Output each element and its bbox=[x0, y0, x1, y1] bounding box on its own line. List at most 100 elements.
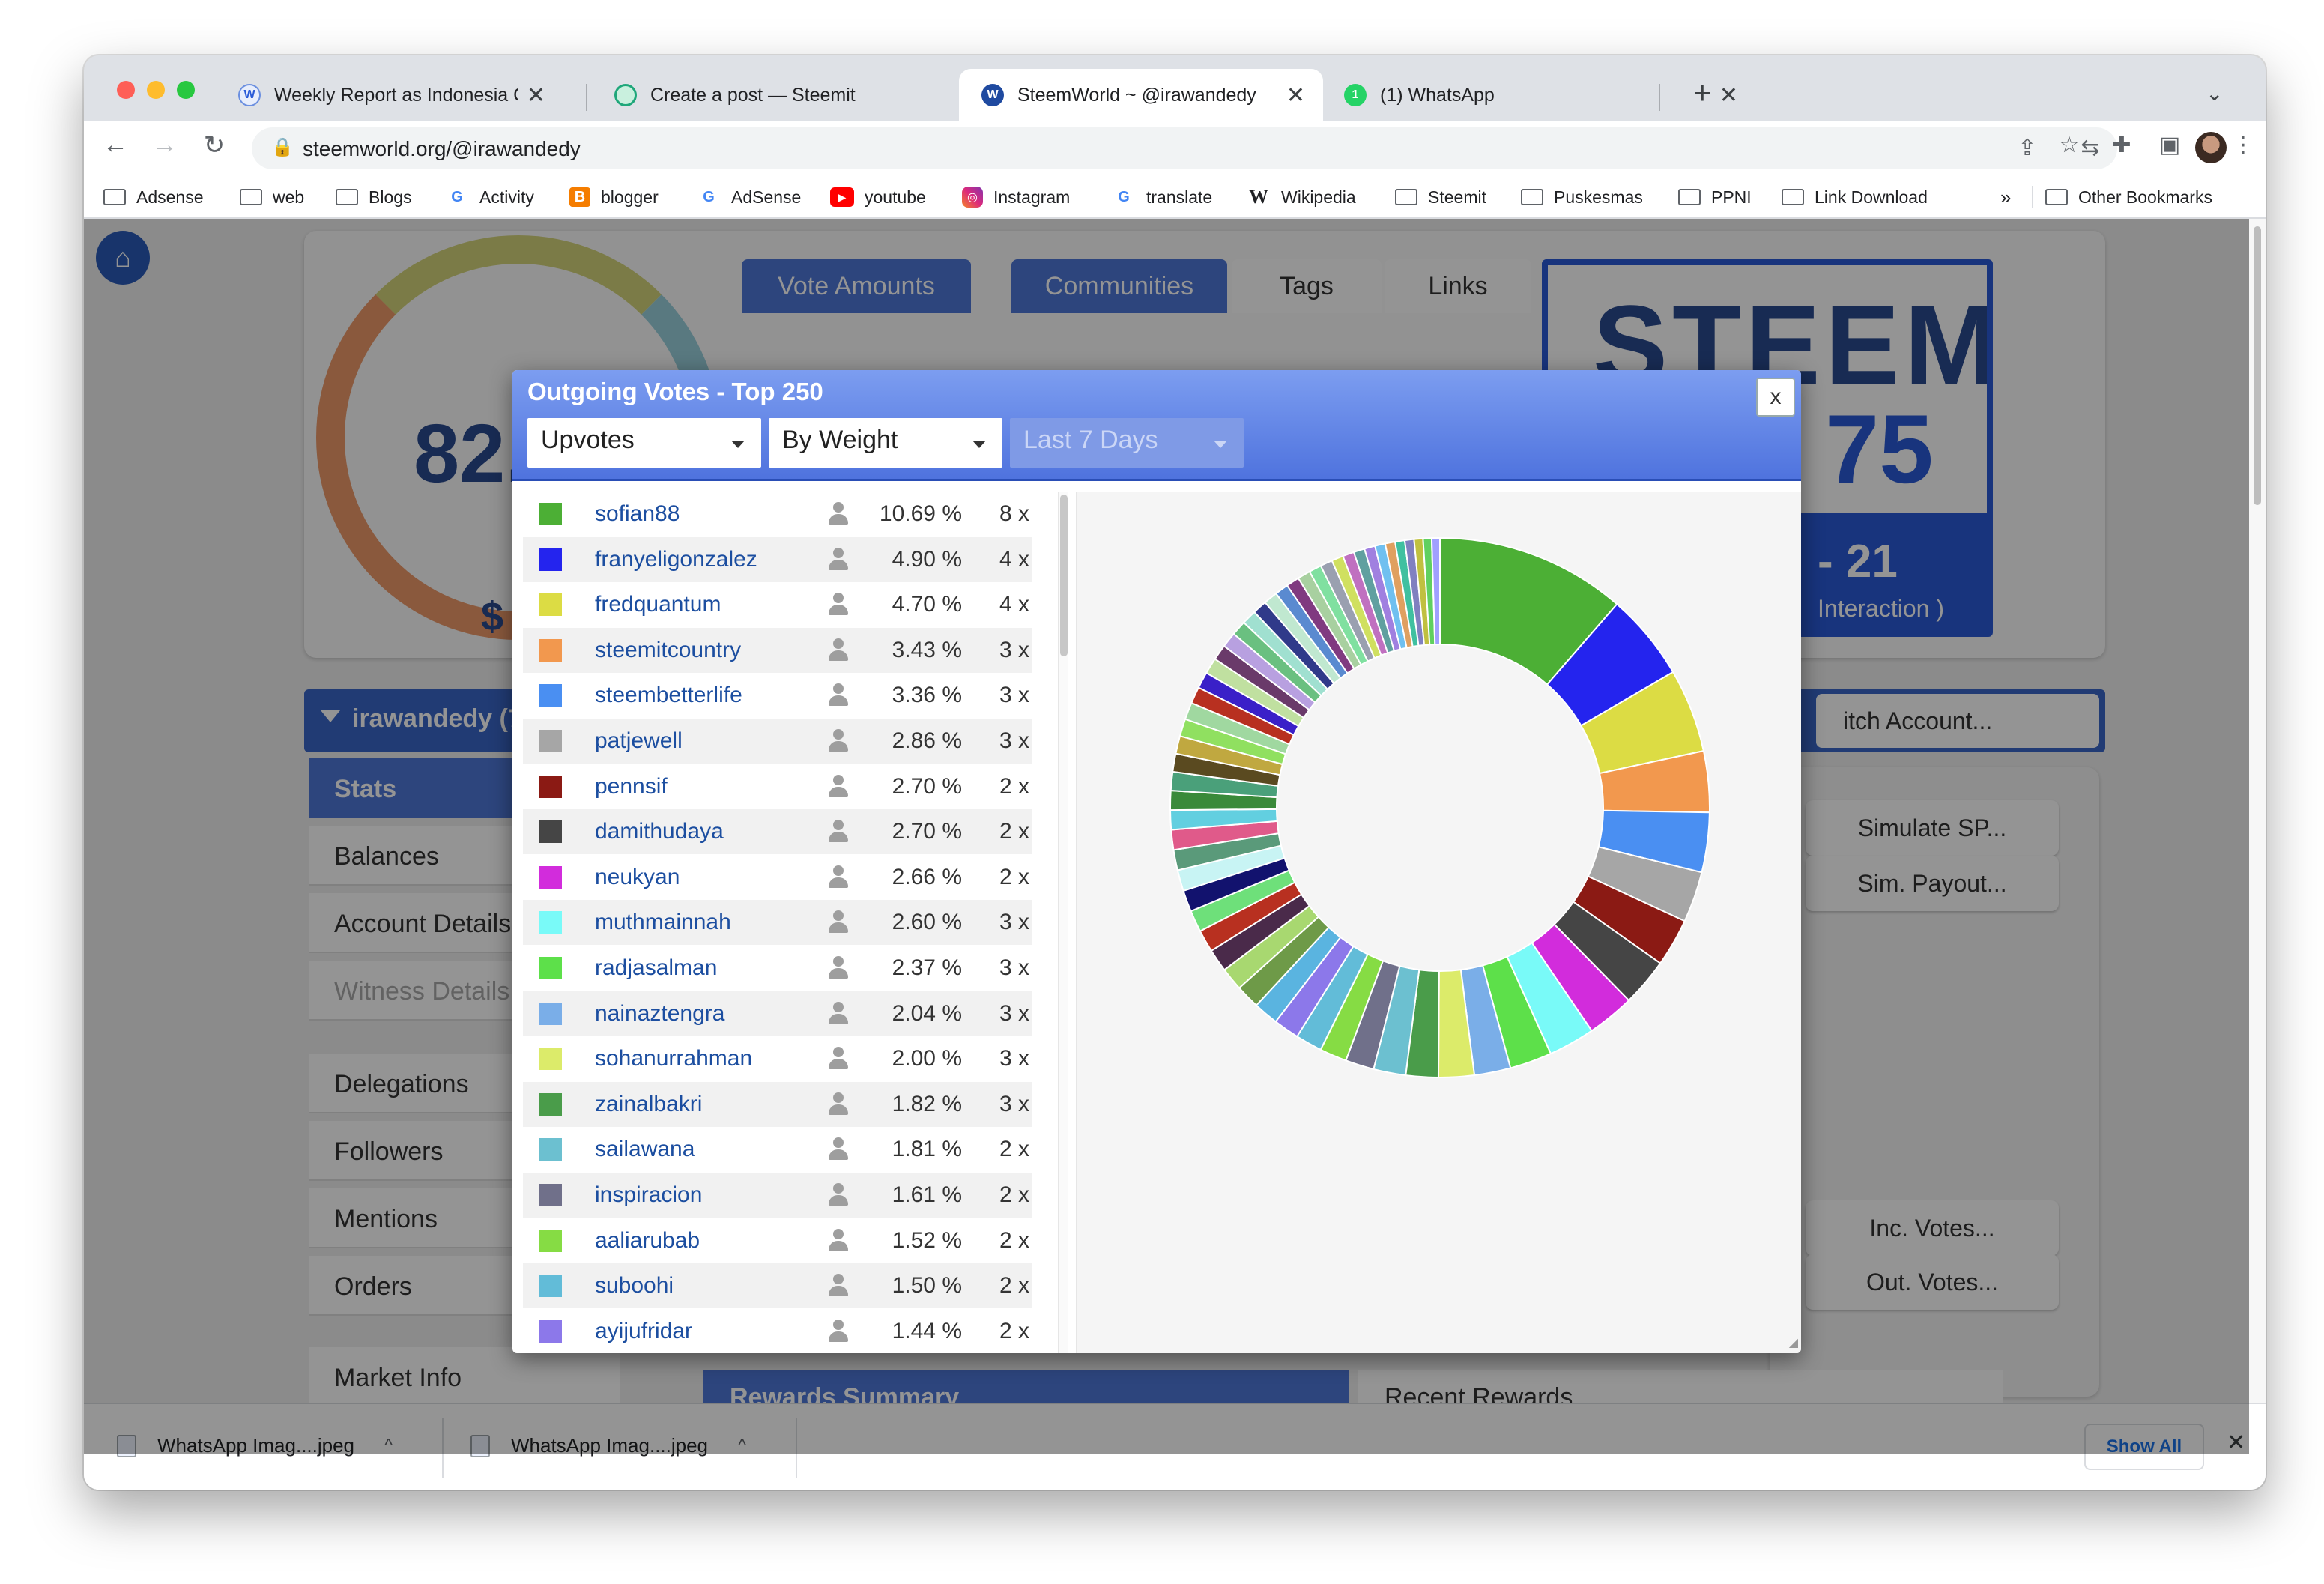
bookmark-adsense-2[interactable]: G AdSense bbox=[697, 184, 801, 210]
bookmark-puskesmas[interactable]: Puskesmas bbox=[1521, 184, 1643, 210]
list-scrollbar[interactable] bbox=[1058, 492, 1068, 1353]
folder-icon bbox=[1678, 189, 1701, 205]
user-profile-icon[interactable] bbox=[812, 547, 865, 572]
bookmark-wikipedia[interactable]: W Wikipedia bbox=[1247, 184, 1356, 210]
vote-weight-percent: 3.43 % bbox=[892, 637, 962, 662]
user-profile-icon[interactable] bbox=[812, 593, 865, 617]
user-profile-icon[interactable] bbox=[812, 683, 865, 707]
voted-account-link[interactable]: muthmainnah bbox=[595, 910, 812, 935]
side-panel-icon[interactable]: ▣ bbox=[2155, 132, 2185, 158]
bookmark-adsense[interactable]: Adsense bbox=[103, 184, 204, 210]
maximize-window-button[interactable] bbox=[177, 81, 195, 99]
user-profile-icon[interactable] bbox=[812, 1047, 865, 1071]
voted-account-link[interactable]: radjasalman bbox=[595, 955, 812, 981]
extensions-puzzle-icon[interactable]: ✚ bbox=[2107, 132, 2137, 158]
voted-account-link[interactable]: sofian88 bbox=[595, 501, 812, 527]
close-tab-icon[interactable]: ✕ bbox=[1719, 82, 1738, 109]
bookmark-other[interactable]: Other Bookmarks bbox=[2045, 184, 2212, 210]
close-window-button[interactable] bbox=[117, 81, 135, 99]
voted-account-link[interactable]: suboohi bbox=[595, 1273, 812, 1299]
vote-count: 4 x bbox=[999, 592, 1029, 617]
voted-account-link[interactable]: damithudaya bbox=[595, 819, 812, 844]
user-profile-icon[interactable] bbox=[812, 729, 865, 753]
sort-select[interactable]: By Weight bbox=[769, 418, 1002, 468]
bookmark-blogger[interactable]: Bblogger bbox=[569, 184, 659, 210]
user-profile-icon[interactable] bbox=[812, 1092, 865, 1116]
bookmark-label: translate bbox=[1146, 187, 1213, 207]
browser-tab[interactable]: W Weekly Report as Indonesia Co ✕ bbox=[216, 69, 563, 121]
user-profile-icon[interactable] bbox=[812, 865, 865, 889]
vote-count: 2 x bbox=[999, 1182, 1029, 1207]
vote-count: 4 x bbox=[999, 546, 1029, 572]
voted-account-link[interactable]: steemitcountry bbox=[595, 638, 812, 663]
bookmark-activity[interactable]: G Activity bbox=[445, 184, 534, 210]
bookmark-instagram[interactable]: ◎ Instagram bbox=[962, 184, 1070, 210]
legend-swatch bbox=[539, 638, 562, 662]
minimize-window-button[interactable] bbox=[147, 81, 165, 99]
vote-count: 2 x bbox=[999, 1227, 1029, 1253]
voted-account-link[interactable]: zainalbakri bbox=[595, 1092, 812, 1117]
bookmark-star-icon[interactable]: ☆ bbox=[2054, 132, 2084, 158]
new-tab-button[interactable]: + bbox=[1693, 75, 1712, 111]
bookmark-web[interactable]: web bbox=[240, 184, 304, 210]
reload-icon[interactable]: ↻ bbox=[196, 130, 232, 160]
bookmark-link-download[interactable]: Link Download bbox=[1782, 184, 1928, 210]
voted-account-link[interactable]: franyeligonzalez bbox=[595, 547, 812, 572]
user-profile-icon[interactable] bbox=[812, 1137, 865, 1161]
user-profile-icon[interactable] bbox=[812, 1001, 865, 1026]
vote-row: ayijufridar 1.44 % 2 x bbox=[523, 1308, 1032, 1353]
user-profile-icon[interactable] bbox=[812, 910, 865, 934]
voted-account-link[interactable]: fredquantum bbox=[595, 592, 812, 617]
vote-weight-percent: 1.44 % bbox=[892, 1318, 962, 1343]
forward-arrow-icon[interactable]: → bbox=[147, 130, 183, 160]
close-tab-icon[interactable]: ✕ bbox=[527, 82, 545, 109]
voted-account-link[interactable]: sohanurrahman bbox=[595, 1046, 812, 1071]
browser-tab[interactable]: 1 (1) WhatsApp ✕ bbox=[1322, 69, 1756, 121]
bookmark-ppni[interactable]: PPNI bbox=[1678, 184, 1752, 210]
close-tab-icon[interactable]: ✕ bbox=[1286, 82, 1305, 109]
voted-account-link[interactable]: nainaztengra bbox=[595, 1001, 812, 1027]
browser-tab-active[interactable]: W SteemWorld ~ @irawandedy ✕ bbox=[959, 69, 1323, 121]
back-arrow-icon[interactable]: ← bbox=[97, 130, 133, 160]
vote-row: nainaztengra 2.04 % 3 x bbox=[523, 991, 1032, 1036]
user-profile-icon[interactable] bbox=[812, 1319, 865, 1343]
voted-account-link[interactable]: pennsif bbox=[595, 774, 812, 799]
page-scrollbar-thumb[interactable] bbox=[2254, 226, 2261, 505]
voted-account-link[interactable]: patjewell bbox=[595, 728, 812, 754]
bookmark-blogs[interactable]: Blogs bbox=[336, 184, 412, 210]
tab-search-chevron-icon[interactable]: ⌄ bbox=[2206, 81, 2223, 106]
voted-account-link[interactable]: neukyan bbox=[595, 865, 812, 890]
resize-grip-icon[interactable]: ◢ bbox=[1789, 1335, 1798, 1350]
share-icon[interactable]: ⇪ bbox=[2012, 135, 2042, 161]
vote-weight-percent: 2.70 % bbox=[892, 819, 962, 844]
user-profile-icon[interactable] bbox=[812, 820, 865, 844]
bookmark-steemit[interactable]: Steemit bbox=[1395, 184, 1486, 210]
bookmarks-overflow-button[interactable]: » bbox=[2000, 184, 2011, 210]
user-profile-icon[interactable] bbox=[812, 774, 865, 799]
user-profile-icon[interactable] bbox=[812, 502, 865, 526]
vote-weight-percent: 2.66 % bbox=[892, 864, 962, 889]
user-profile-icon[interactable] bbox=[812, 638, 865, 662]
voted-account-link[interactable]: inspiracion bbox=[595, 1182, 812, 1208]
voted-account-link[interactable]: aaliarubab bbox=[595, 1228, 812, 1254]
browser-menu-icon[interactable]: ⋮ bbox=[2228, 132, 2258, 158]
address-bar[interactable]: 🔒 steemworld.org/@irawandedy ⇆ ⇪ bbox=[252, 127, 2117, 169]
vote-type-select[interactable]: Upvotes bbox=[527, 418, 761, 468]
lock-icon: 🔒 bbox=[271, 137, 294, 157]
profile-avatar[interactable] bbox=[2195, 132, 2227, 163]
modal-close-button[interactable]: x bbox=[1756, 378, 1795, 417]
legend-swatch bbox=[539, 1320, 562, 1343]
bookmark-youtube[interactable]: ▶ youtube bbox=[830, 184, 926, 210]
voted-account-link[interactable]: ayijufridar bbox=[595, 1319, 812, 1344]
user-profile-icon[interactable] bbox=[812, 1183, 865, 1207]
user-profile-icon[interactable] bbox=[812, 956, 865, 980]
user-profile-icon[interactable] bbox=[812, 1228, 865, 1253]
voted-account-link[interactable]: steembetterlife bbox=[595, 683, 812, 708]
bookmark-translate[interactable]: Gtranslate bbox=[1112, 184, 1212, 210]
voted-account-link[interactable]: sailawana bbox=[595, 1137, 812, 1162]
bookmark-label: Blogs bbox=[369, 187, 412, 207]
list-scrollbar-thumb[interactable] bbox=[1060, 495, 1068, 656]
google-icon: G bbox=[703, 188, 715, 205]
user-profile-icon[interactable] bbox=[812, 1274, 865, 1298]
page-scrollbar[interactable] bbox=[2249, 219, 2266, 1454]
